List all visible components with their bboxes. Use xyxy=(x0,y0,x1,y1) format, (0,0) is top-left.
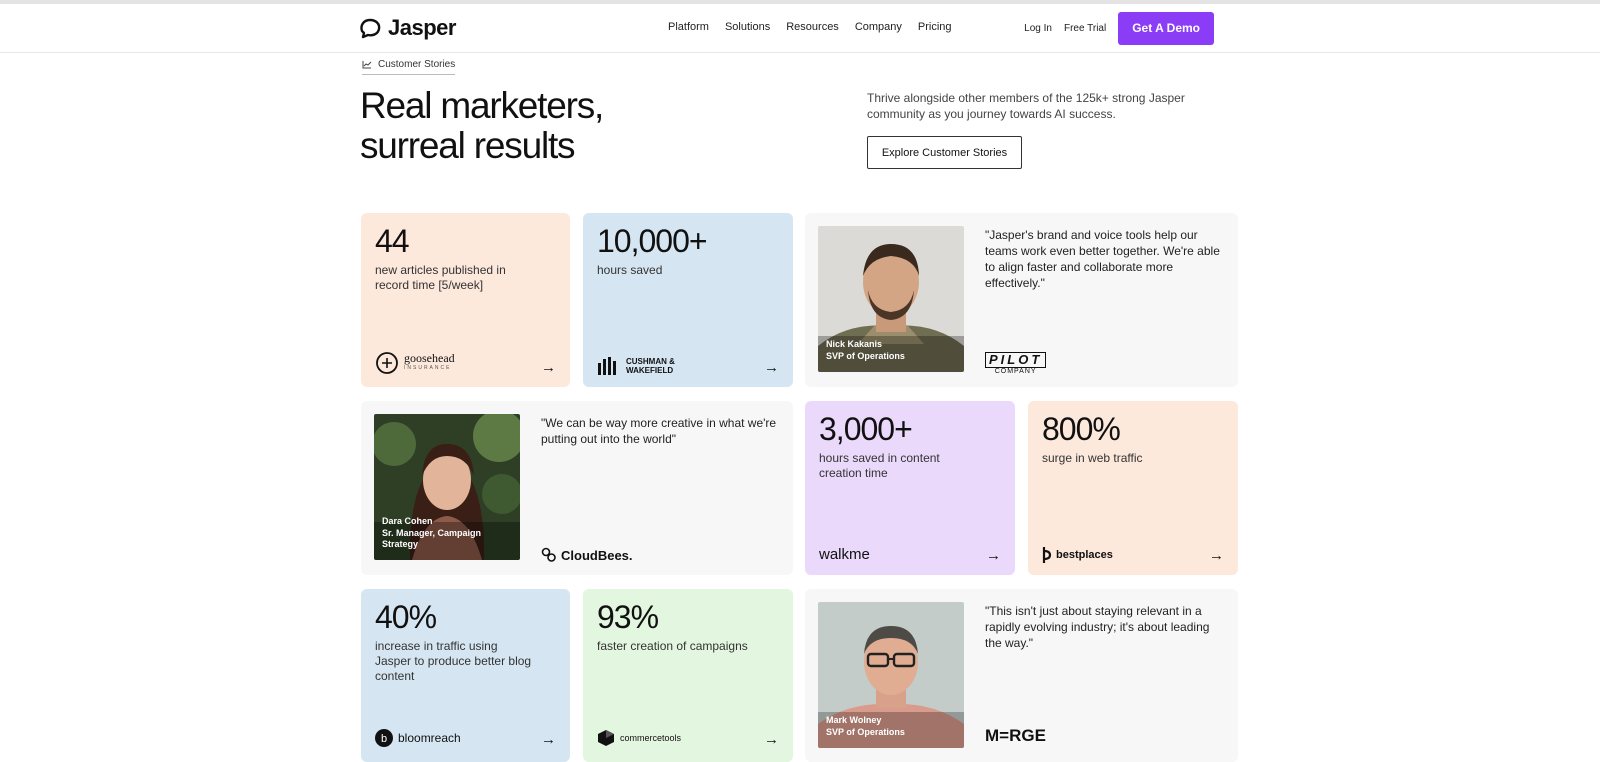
menu-pricing[interactable]: Pricing xyxy=(918,21,952,33)
brand-name: bloomreach xyxy=(398,731,461,745)
brand-name: CUSHMAN & WAKEFIELD xyxy=(626,357,675,375)
logo-text: M=RGE xyxy=(985,726,1046,745)
chart-icon xyxy=(362,61,372,69)
testimonial-card-cloudbees[interactable]: Dara Cohen Sr. Manager, Campaign Strateg… xyxy=(361,401,793,575)
breadcrumb[interactable]: Customer Stories xyxy=(362,59,456,75)
menu-platform[interactable]: Platform xyxy=(668,21,709,33)
menu-solutions[interactable]: Solutions xyxy=(725,21,770,33)
quote-text: "We can be way more creative in what we'… xyxy=(541,416,777,446)
brand-walkme: walkme xyxy=(819,546,870,563)
jasper-logo-icon xyxy=(360,18,381,39)
merge-logo: M=RGE xyxy=(985,726,1046,746)
stat-number: 3,000+ xyxy=(819,411,913,447)
stat-label: increase in traffic using Jasper to prod… xyxy=(375,639,532,683)
arrow-right-icon[interactable]: → xyxy=(541,732,556,747)
logo-text: CloudBees. xyxy=(561,547,633,563)
brand-commercetools: commercetools xyxy=(597,729,681,747)
brand-bloomreach: b bloomreach xyxy=(375,729,461,747)
avatar-nick: Nick Kakanis SVP of Operations xyxy=(818,226,964,372)
brand-sub: INSURANCE xyxy=(404,365,452,371)
bestplaces-logo-icon xyxy=(1042,547,1051,563)
hero-description: Thrive alongside other members of the 12… xyxy=(867,91,1185,121)
get-demo-button[interactable]: Get A Demo xyxy=(1118,12,1214,45)
svg-text:b: b xyxy=(381,733,387,745)
arrow-right-icon[interactable]: → xyxy=(541,360,556,375)
logo-sub: COMPANY xyxy=(994,368,1037,375)
logo-text: PILOT xyxy=(985,352,1047,368)
brand-name: walkme xyxy=(819,546,870,563)
stat-number: 10,000+ xyxy=(597,223,708,259)
quote-text: "This isn't just about staying relevant … xyxy=(985,604,1210,650)
person-name: Nick Kakanis xyxy=(826,339,883,349)
nav-actions: Log In Free Trial Get A Demo xyxy=(1024,12,1214,45)
brand-name: commercetools xyxy=(620,733,682,743)
logo-text: Jasper xyxy=(388,15,456,40)
free-trial-link[interactable]: Free Trial xyxy=(1064,23,1106,34)
brand-name: goosehead xyxy=(404,351,455,365)
arrow-right-icon[interactable]: → xyxy=(764,732,779,747)
stat-card-commercetools[interactable]: 93% faster creation of campaigns commerc… xyxy=(583,589,793,762)
stat-label: hours saved in content creation time xyxy=(819,451,940,480)
stat-card-bestplaces[interactable]: 800% surge in web traffic bestplaces → xyxy=(1028,401,1238,575)
goosehead-logo-icon xyxy=(376,352,398,374)
commercetools-logo-icon xyxy=(598,730,614,746)
top-navbar: Jasper Platform Solutions Resources Comp… xyxy=(0,4,1600,53)
cloudbees-logo-icon xyxy=(541,547,556,562)
person-title: SVP of Operations xyxy=(826,727,905,737)
title-line-2: surreal results xyxy=(360,125,576,166)
brand-goosehead: goosehead INSURANCE xyxy=(375,351,455,375)
login-link[interactable]: Log In xyxy=(1024,23,1052,34)
stat-card-goosehead[interactable]: 44 new articles published in record time… xyxy=(361,213,570,387)
bloomreach-logo-icon: b xyxy=(375,729,393,747)
stat-label: hours saved xyxy=(597,263,663,277)
pilot-logo: PILOT COMPANY xyxy=(985,352,1047,375)
brand-bestplaces: bestplaces xyxy=(1042,547,1113,563)
arrow-right-icon[interactable]: → xyxy=(764,360,779,375)
cloudbees-logo: CloudBees. xyxy=(541,547,633,563)
avatar-mark: Mark Wolney SVP of Operations xyxy=(818,602,964,748)
arrow-right-icon[interactable]: → xyxy=(1209,548,1224,563)
person-name: Dara Cohen xyxy=(382,516,433,526)
testimonial-card-merge[interactable]: Mark Wolney SVP of Operations "This isn'… xyxy=(805,589,1238,762)
stat-number: 44 xyxy=(375,223,410,259)
person-name: Mark Wolney xyxy=(826,715,882,725)
person-title: Sr. Manager, Campaign Strategy xyxy=(382,528,482,549)
person-title: SVP of Operations xyxy=(826,351,905,361)
brand-name: bestplaces xyxy=(1056,549,1113,561)
jasper-logo[interactable]: Jasper xyxy=(358,15,456,41)
menu-resources[interactable]: Resources xyxy=(786,21,839,33)
stat-label: surge in web traffic xyxy=(1042,451,1143,465)
testimonial-card-pilot[interactable]: Nick Kakanis SVP of Operations "Jasper's… xyxy=(805,213,1238,387)
avatar-dara: Dara Cohen Sr. Manager, Campaign Strateg… xyxy=(374,414,520,560)
stat-number: 800% xyxy=(1042,411,1121,447)
stat-card-walkme[interactable]: 3,000+ hours saved in content creation t… xyxy=(805,401,1015,575)
stat-number: 93% xyxy=(597,599,659,635)
breadcrumb-label: Customer Stories xyxy=(378,59,456,70)
stat-card-cushman[interactable]: 10,000+ hours saved CUSHMAN & WAKEFIELD … xyxy=(583,213,793,387)
page-title: Real marketers, surreal results xyxy=(360,86,680,166)
main-menu: Platform Solutions Resources Company Pri… xyxy=(668,21,952,33)
stat-label: new articles published in record time [5… xyxy=(375,263,506,292)
title-line-1: Real marketers, xyxy=(360,85,604,126)
cushman-logo-icon xyxy=(598,357,616,375)
arrow-right-icon[interactable]: → xyxy=(986,548,1001,563)
menu-company[interactable]: Company xyxy=(855,21,902,33)
stat-label: faster creation of campaigns xyxy=(597,639,748,653)
stat-card-bloomreach[interactable]: 40% increase in traffic using Jasper to … xyxy=(361,589,570,762)
quote-text: "Jasper's brand and voice tools help our… xyxy=(985,228,1220,290)
stat-number: 40% xyxy=(375,599,437,635)
brand-cushman: CUSHMAN & WAKEFIELD xyxy=(597,357,688,375)
explore-stories-button[interactable]: Explore Customer Stories xyxy=(867,136,1022,169)
